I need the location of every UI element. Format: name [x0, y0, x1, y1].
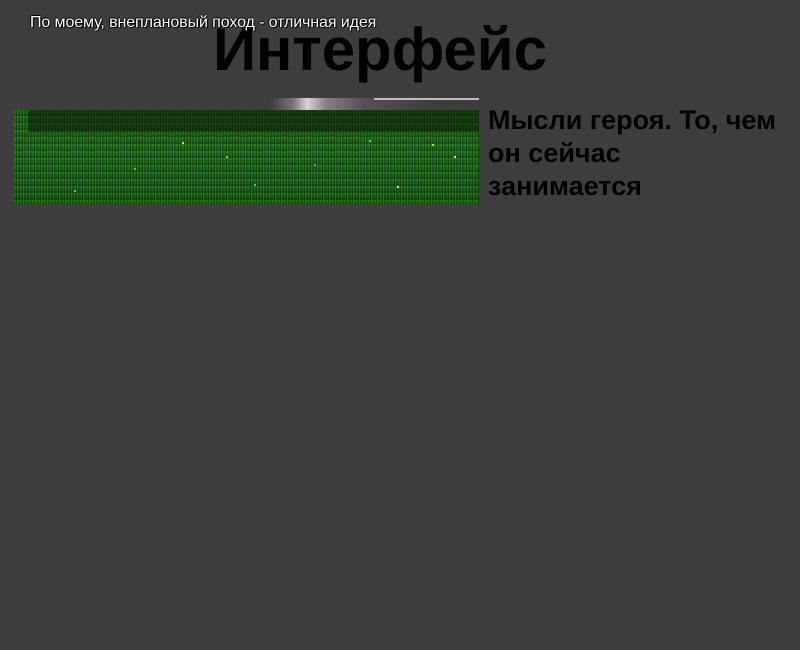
grass-speck [74, 190, 76, 192]
grass-speck [182, 142, 184, 144]
sky-horizon-line [374, 98, 479, 100]
grass-speck [254, 184, 256, 186]
grass-speck [226, 156, 228, 158]
grass-speck [397, 186, 399, 188]
grass-speck [369, 140, 371, 142]
hero-thought-text: По моему, внеплановый поход - отличная и… [30, 14, 377, 31]
game-screenshot [14, 98, 479, 205]
grass-speck [454, 156, 456, 158]
hero-thought-bar [28, 110, 479, 132]
grass-speck [134, 168, 136, 170]
grass-speck [314, 164, 316, 166]
page: Интерфейс По моему, внеплановый поход - … [0, 0, 800, 650]
hero-thought-caption: Мысли героя. То, чем он сейчас занимаетс… [488, 105, 777, 201]
grass-speck [432, 144, 434, 146]
